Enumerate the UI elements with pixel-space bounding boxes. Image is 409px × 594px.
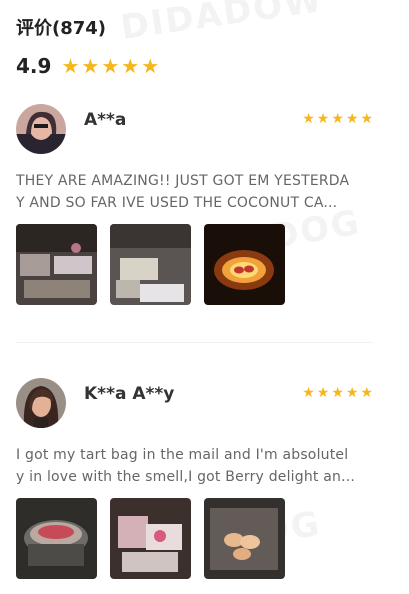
review-stars: ★ ★ ★ ★ ★ xyxy=(302,386,373,400)
star-icon: ★ xyxy=(316,385,330,401)
review-photo[interactable] xyxy=(204,224,285,305)
star-icon: ★ xyxy=(345,111,359,127)
star-icon: ★ xyxy=(360,111,373,127)
reviews-title: 评价(874) xyxy=(16,18,107,39)
review-photo[interactable] xyxy=(110,498,191,579)
watermark: DIDADOW xyxy=(118,0,326,49)
review-photos xyxy=(16,224,285,305)
review-photo[interactable] xyxy=(16,224,97,305)
star-icon: ★ xyxy=(81,54,100,78)
review-divider xyxy=(16,342,373,343)
star-icon: ★ xyxy=(121,54,140,78)
review-text[interactable]: I got my tart bag in the mail and I'm ab… xyxy=(16,444,356,488)
review-photo[interactable] xyxy=(110,224,191,305)
average-stars: ★ ★ ★ ★ ★ xyxy=(61,56,159,76)
star-icon: ★ xyxy=(141,54,160,78)
review-username: K**a A**y xyxy=(84,384,175,404)
rating-summary: 4.9 ★ ★ ★ ★ ★ xyxy=(16,52,159,80)
star-icon: ★ xyxy=(360,385,373,401)
star-icon: ★ xyxy=(331,111,344,127)
star-icon: ★ xyxy=(331,385,344,401)
review-username: A**a xyxy=(84,110,127,130)
review-card[interactable]: K**a A**y ★ ★ ★ ★ ★ I got my tart bag in… xyxy=(16,378,373,588)
star-icon: ★ xyxy=(302,111,315,127)
star-icon: ★ xyxy=(302,385,315,401)
avatar[interactable] xyxy=(16,104,66,154)
average-rating: 4.9 xyxy=(16,54,52,78)
star-icon: ★ xyxy=(101,54,120,78)
star-icon: ★ xyxy=(316,111,330,127)
review-stars: ★ ★ ★ ★ ★ xyxy=(302,112,373,126)
review-card[interactable]: A**a ★ ★ ★ ★ ★ THEY ARE AMAZING!! JUST G… xyxy=(16,104,373,314)
review-photo[interactable] xyxy=(16,498,97,579)
star-icon: ★ xyxy=(61,54,80,78)
review-text[interactable]: THEY ARE AMAZING!! JUST GOT EM YESTERDAY… xyxy=(16,170,356,214)
star-icon: ★ xyxy=(345,385,359,401)
avatar[interactable] xyxy=(16,378,66,428)
review-photo[interactable] xyxy=(204,498,285,579)
review-photos xyxy=(16,498,285,579)
